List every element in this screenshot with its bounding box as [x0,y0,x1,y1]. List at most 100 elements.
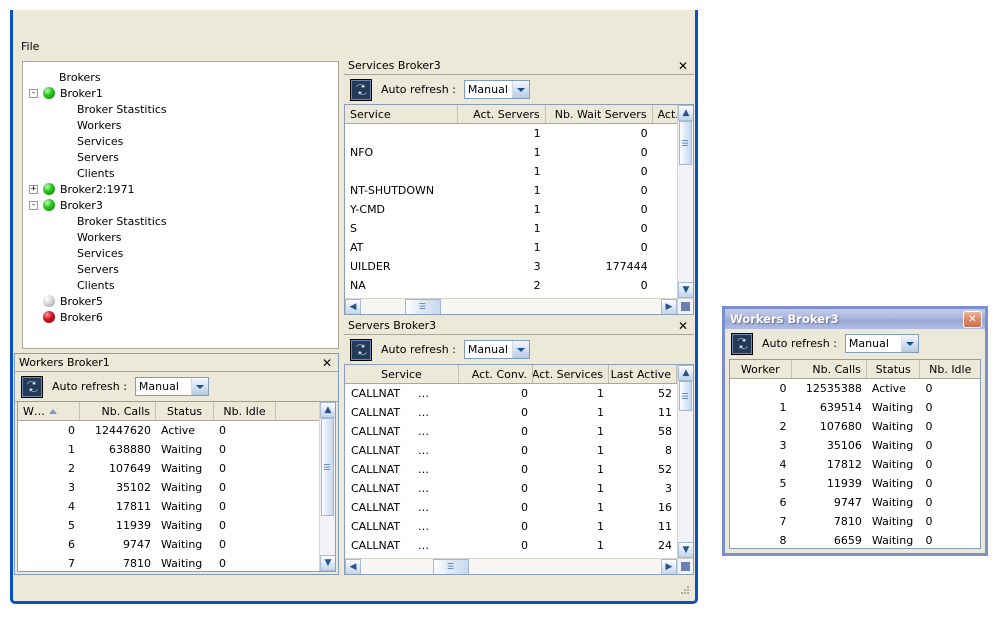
scroll-left-button[interactable]: ◀ [345,558,361,574]
table-row[interactable]: 2 107680 Waiting 0 [730,417,980,436]
column-header-nb-idle[interactable]: Nb. Idle [214,402,276,420]
column-header-act-servers[interactable]: Act. Servers [458,105,546,123]
auto-refresh-select[interactable]: Manual [844,334,919,353]
chevron-down-icon[interactable] [190,378,208,395]
refresh-icon[interactable] [21,375,43,398]
tree-node-broker3[interactable]: - Broker3 [29,197,338,213]
table-row[interactable]: CALLNAT … 0 1 52 [345,460,693,479]
collapse-toggle-icon[interactable]: - [29,200,38,210]
scroll-track[interactable]: ☰ [361,298,661,314]
column-header-nb-idle[interactable]: Nb. Idle [920,360,980,378]
tree-item-broker1-clients[interactable]: Clients [29,165,338,181]
panel-titlebar[interactable]: Services Broker3 ✕ [344,57,694,75]
table-row[interactable]: Y-CMD 1 0 [345,200,693,219]
scroll-down-button[interactable]: ▼ [678,282,693,298]
column-header-act-conv[interactable]: Act. Conv. [459,365,533,383]
brokers-tree-panel[interactable]: Brokers - Broker1 Broker Stastitics Work… [22,61,339,349]
scroll-thumb[interactable]: ☰ [321,418,334,516]
tree-item-broker3-statistics[interactable]: Broker Stastitics [29,213,338,229]
table-row[interactable]: 10 [345,162,693,181]
table-row[interactable]: 1 639514 Waiting 0 [730,398,980,417]
table-row[interactable]: 3 35106 Waiting 0 [730,436,980,455]
table-row[interactable]: 7 7810 Waiting 0 [18,554,335,571]
scroll-track[interactable]: ☰ [361,558,661,574]
auto-refresh-select[interactable]: Manual [134,377,209,396]
table-row[interactable]: CALLNAT … 0 1 3 [345,479,693,498]
table-row[interactable]: 8 6659 Waiting 0 [730,531,980,548]
scroll-thumb[interactable]: ☰ [679,381,692,411]
table-row[interactable]: NFO 1 0 [345,143,693,162]
table-row[interactable]: 3 35102 Waiting 0 [18,478,335,497]
table-row[interactable]: CALLNAT … 0 1 16 [345,498,693,517]
tree-node-broker1[interactable]: - Broker1 [29,85,338,101]
scroll-down-button[interactable]: ▼ [320,555,335,571]
table-row[interactable]: 0 12535388 Active 0 [730,379,980,398]
table-row[interactable]: CALLNAT… 0 1 11 [345,403,693,422]
table-row[interactable]: 6 9747 Waiting 0 [730,493,980,512]
chevron-down-icon[interactable] [511,341,529,358]
panel-titlebar[interactable]: Servers Broker3 ✕ [344,317,694,335]
tree-item-broker3-clients[interactable]: Clients [29,277,338,293]
scroll-up-button[interactable]: ▲ [320,402,335,418]
column-header-nb-wait-servers[interactable]: Nb. Wait Servers [546,105,653,123]
close-icon[interactable]: ✕ [675,59,691,73]
table-row[interactable]: NT-SHUTDOWN 1 0 [345,181,693,200]
table-row[interactable]: AT 1 0 [345,238,693,257]
horizontal-scrollbar[interactable]: ◀ ☰ ▶ [345,558,677,574]
table-row[interactable]: 0 12447620 Active 0 [18,421,335,440]
tree-item-broker3-services[interactable]: Services [29,245,338,261]
tree-root[interactable]: Brokers [29,69,338,85]
column-header-status[interactable]: Status [156,402,214,420]
column-header-service[interactable]: Service [345,365,459,383]
scroll-right-button[interactable]: ▶ [661,298,677,314]
tree-node-broker6[interactable]: Broker6 [29,309,338,325]
table-row[interactable]: CALLNAT … 0 1 8 [345,441,693,460]
expand-toggle-icon[interactable]: + [29,184,38,194]
vertical-scrollbar[interactable]: ▲ ☰ ▼ [319,402,335,571]
table-row[interactable]: 6 9747 Waiting 0 [18,535,335,554]
scroll-thumb[interactable]: ☰ [433,558,469,574]
tree-item-broker1-workers[interactable]: Workers [29,117,338,133]
vertical-scrollbar[interactable]: ▲ ☰ ▼ [677,365,693,558]
refresh-icon[interactable] [350,338,372,361]
chevron-down-icon[interactable] [511,81,529,98]
scroll-right-button[interactable]: ▶ [661,558,677,574]
tree-item-broker1-statistics[interactable]: Broker Stastitics [29,101,338,117]
table-row[interactable]: CALLNAT … 0 1 52 [345,384,693,403]
column-header-service[interactable]: Service [345,105,458,123]
column-header-nb-calls[interactable]: Nb. Calls [792,360,867,378]
close-icon[interactable]: ✕ [963,310,982,328]
chevron-down-icon[interactable] [900,335,918,352]
table-row[interactable]: CALLNAT… 0 1 11 [345,517,693,536]
resize-grip[interactable] [678,584,692,598]
table-row[interactable]: 2 107649 Waiting 0 [18,459,335,478]
close-icon[interactable]: ✕ [675,319,691,333]
tree-item-broker3-servers[interactable]: Servers [29,261,338,277]
table-row[interactable]: 4 17812 Waiting 0 [730,455,980,474]
tree-item-broker1-servers[interactable]: Servers [29,149,338,165]
tree-item-broker3-workers[interactable]: Workers [29,229,338,245]
scroll-up-button[interactable]: ▲ [678,105,693,121]
column-header-act-services[interactable]: Act. Services [533,365,609,383]
table-row[interactable]: 4 17811 Waiting 0 [18,497,335,516]
scroll-thumb[interactable]: ☰ [405,298,441,314]
refresh-icon[interactable] [731,332,753,355]
table-row[interactable]: 1 638880 Waiting 0 [18,440,335,459]
column-header-last-active[interactable]: Last Active [609,365,677,383]
table-row[interactable]: S 1 0 [345,219,693,238]
horizontal-scrollbar[interactable]: ◀ ☰ ▶ [345,298,677,314]
vertical-scrollbar[interactable]: ▲ ☰ ▼ [677,105,693,298]
scroll-thumb[interactable]: ☰ [679,121,692,165]
column-header-nb-calls[interactable]: Nb. Calls [80,402,156,420]
tree-item-broker1-services[interactable]: Services [29,133,338,149]
scroll-left-button[interactable]: ◀ [345,298,361,314]
float-window-titlebar[interactable]: Workers Broker3 ✕ [725,309,985,329]
table-row[interactable]: CALLNAT … 0 1 58 [345,422,693,441]
auto-refresh-select[interactable]: Manual [463,340,530,359]
table-row[interactable]: 10 [345,124,693,143]
scroll-down-button[interactable]: ▼ [678,542,693,558]
tree-node-broker2[interactable]: + Broker2:1971 [29,181,338,197]
column-header-worker[interactable]: W… [18,402,80,420]
refresh-icon[interactable] [350,78,372,101]
close-icon[interactable]: ✕ [319,356,335,370]
